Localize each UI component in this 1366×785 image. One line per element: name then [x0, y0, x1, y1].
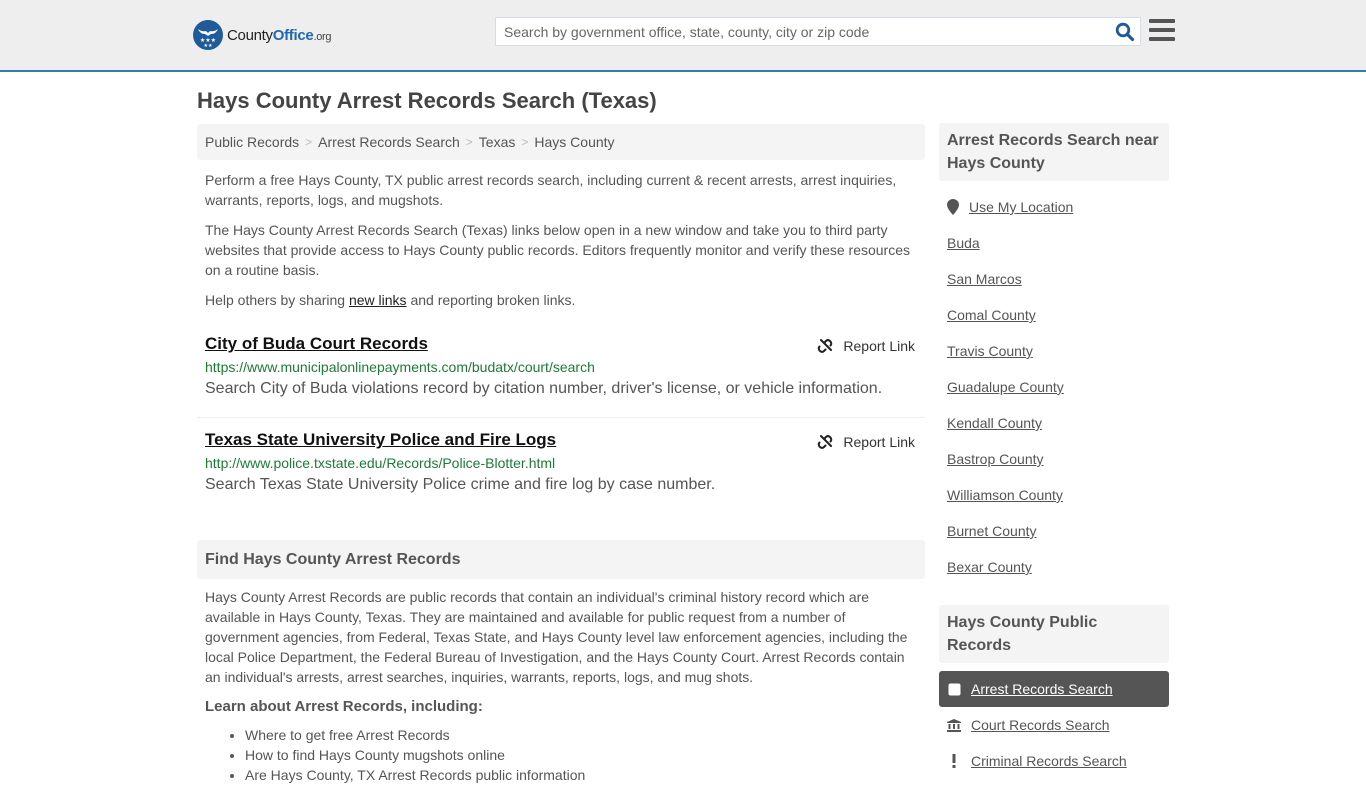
search-bar [495, 17, 1141, 46]
nearby-item: Guadalupe County [939, 369, 1169, 405]
search-icon [1115, 22, 1135, 41]
resource-link-title[interactable]: City of Buda Court Records [205, 332, 428, 356]
nearby-item: Williamson County [939, 477, 1169, 513]
nearby-item: Travis County [939, 333, 1169, 369]
logo-text: CountyOffice.org [227, 26, 332, 44]
breadcrumb-separator: > [305, 135, 313, 149]
report-link-label: Report Link [843, 434, 915, 450]
report-link-button[interactable]: Report Link [817, 338, 915, 354]
learn-about-heading: Learn about Arrest Records, including: [205, 698, 483, 715]
breadcrumb-texas[interactable]: Texas [479, 134, 516, 150]
breadcrumb-separator: > [521, 135, 529, 149]
broken-link-icon [818, 339, 833, 353]
resource-link-url: https://www.municipalonlinepayments.com/… [205, 359, 595, 375]
intro-paragraph: Perform a free Hays County, TX public ar… [205, 172, 897, 208]
use-my-location-item: Use My Location [939, 189, 1169, 225]
report-link-label: Report Link [843, 338, 915, 354]
find-records-heading: Find Hays County Arrest Records [197, 540, 925, 579]
intro-section: Perform a free Hays County, TX public ar… [197, 170, 925, 310]
nearby-link-williamson-county[interactable]: Williamson County [947, 487, 1063, 503]
share-text: Help others by sharing [205, 292, 349, 308]
new-links-link[interactable]: new links [349, 292, 407, 308]
main-content: Public Records > Arrest Records Search >… [197, 124, 925, 785]
resource-link-title[interactable]: Texas State University Police and Fire L… [205, 428, 556, 452]
public-records-item: Criminal Records Search [939, 743, 1169, 779]
nearby-item: Bexar County [939, 549, 1169, 585]
exclamation-icon [947, 754, 961, 768]
learn-item: Are Hays County, TX Arrest Records publi… [245, 765, 925, 785]
share-text: and reporting broken links. [406, 292, 576, 308]
learn-item: Where to get free Arrest Records [245, 725, 925, 745]
learn-item: How to find Hays County mugshots online [245, 745, 925, 765]
nearby-link-bastrop-county[interactable]: Bastrop County [947, 451, 1044, 467]
nearby-item: Kendall County [939, 405, 1169, 441]
public-records-item-active: Arrest Records Search [939, 671, 1169, 707]
site-header: ★★★ ★★ CountyOffice.org [0, 0, 1366, 72]
nearby-item: San Marcos [939, 261, 1169, 297]
nearby-list: Use My Location Buda San Marcos Comal Co… [939, 189, 1169, 585]
nearby-item: Comal County [939, 297, 1169, 333]
resource-link-item: City of Buda Court Records Report Link h… [197, 332, 925, 418]
public-records-heading: Hays County Public Records [939, 605, 1169, 663]
public-records-list: Arrest Records Search Court Records Sear… [939, 671, 1169, 779]
breadcrumb-separator: > [465, 135, 473, 149]
sidebar: Arrest Records Search near Hays County U… [939, 123, 1169, 779]
nearby-link-buda[interactable]: Buda [947, 235, 980, 251]
nearby-item: Burnet County [939, 513, 1169, 549]
eagle-stars-logo-icon: ★★★ ★★ [193, 20, 223, 50]
nearby-item: Bastrop County [939, 441, 1169, 477]
square-icon [947, 683, 961, 696]
courthouse-icon [947, 718, 961, 732]
hamburger-line [1149, 37, 1175, 41]
search-button[interactable] [1110, 18, 1140, 45]
criminal-records-search-link[interactable]: Criminal Records Search [971, 753, 1127, 769]
nearby-link-guadalupe-county[interactable]: Guadalupe County [947, 379, 1064, 395]
breadcrumb: Public Records > Arrest Records Search >… [197, 124, 925, 160]
breadcrumb-public-records[interactable]: Public Records [205, 134, 299, 150]
nearby-link-kendall-county[interactable]: Kendall County [947, 415, 1042, 431]
intro-paragraph: The Hays County Arrest Records Search (T… [205, 222, 910, 278]
nearby-link-bexar-county[interactable]: Bexar County [947, 559, 1032, 575]
nearby-link-comal-county[interactable]: Comal County [947, 307, 1036, 323]
broken-link-icon [818, 435, 833, 449]
site-logo[interactable]: ★★★ ★★ CountyOffice.org [193, 20, 332, 50]
nearby-link-san-marcos[interactable]: San Marcos [947, 271, 1022, 287]
hamburger-line [1149, 28, 1175, 32]
nearby-heading: Arrest Records Search near Hays County [939, 123, 1169, 181]
nearby-link-burnet-county[interactable]: Burnet County [947, 523, 1037, 539]
resource-link-url: http://www.police.txstate.edu/Records/Po… [205, 455, 556, 471]
learn-about-list: Where to get free Arrest Records How to … [197, 725, 925, 785]
resource-link-description: Search Texas State University Police cri… [205, 476, 716, 493]
breadcrumb-hays-county[interactable]: Hays County [534, 134, 614, 150]
map-pin-icon [947, 199, 959, 215]
breadcrumb-arrest-records-search[interactable]: Arrest Records Search [318, 134, 460, 150]
public-records-item: Court Records Search [939, 707, 1169, 743]
nearby-item: Buda [939, 225, 1169, 261]
page-title: Hays County Arrest Records Search (Texas… [197, 88, 657, 113]
hamburger-menu-button[interactable] [1149, 19, 1175, 43]
resource-link-description: Search City of Buda violations record by… [205, 380, 883, 397]
svg-text:★★: ★★ [204, 43, 213, 49]
hamburger-menu-icon [1149, 19, 1175, 23]
use-my-location-link[interactable]: Use My Location [969, 199, 1073, 215]
report-link-button[interactable]: Report Link [817, 434, 915, 450]
find-records-body: Hays County Arrest Records are public re… [205, 589, 908, 685]
resource-link-item: Texas State University Police and Fire L… [197, 418, 925, 510]
arrest-records-search-link[interactable]: Arrest Records Search [971, 681, 1113, 697]
search-input[interactable] [496, 18, 1110, 45]
court-records-search-link[interactable]: Court Records Search [971, 717, 1110, 733]
share-links-paragraph: Help others by sharing new links and rep… [197, 290, 925, 310]
nearby-link-travis-county[interactable]: Travis County [947, 343, 1033, 359]
